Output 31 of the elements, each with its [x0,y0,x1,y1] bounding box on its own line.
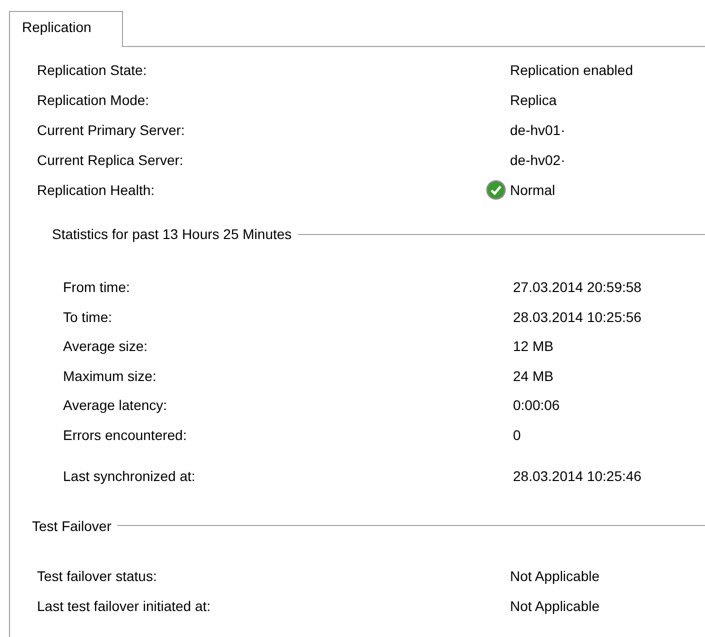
field-value: 0:00:06 [513,396,561,415]
field-label: Current Primary Server: [37,121,186,140]
field-value: Not Applicable [510,596,601,616]
field-label: Last test failover initiated at: [37,596,212,616]
field-label: Average size: [63,337,149,356]
field-label: Replication Health: [37,181,156,200]
field-value: 28.03.2014 10:25:46 [513,467,642,486]
field-label: Replication Mode: [37,91,150,110]
field-value: 12 MB [513,337,554,356]
field-value: 0 [513,426,522,444]
section-title: Test Failover [32,518,112,534]
field-value: Not Applicable [510,566,601,586]
section-title: Statistics for past 13 Hours 25 Minutes [52,226,292,242]
field-label: Last synchronized at: [63,467,196,486]
field-value: de-hv02· [510,151,566,170]
field-value: Replication enabled [510,61,634,80]
field-label: Maximum size: [63,366,158,386]
field-value: Normal [510,181,556,200]
field-value: 27.03.2014 20:59:58 [513,278,642,297]
field-value: de-hv01· [510,121,566,140]
field-label: Average latency: [63,396,168,415]
field-label: Replication State: [37,61,148,80]
field-label: To time: [63,308,114,326]
field-label: From time: [63,278,131,297]
field-label: Test failover status: [37,566,158,586]
field-value: 28.03.2014 10:25:56 [513,308,642,326]
field-label: Errors encountered: [63,426,188,444]
field-label: Current Replica Server: [37,151,184,170]
field-value: 24 MB [513,366,554,386]
tab[interactable]: Replication [9,11,123,47]
field-value: Replica [510,91,558,110]
